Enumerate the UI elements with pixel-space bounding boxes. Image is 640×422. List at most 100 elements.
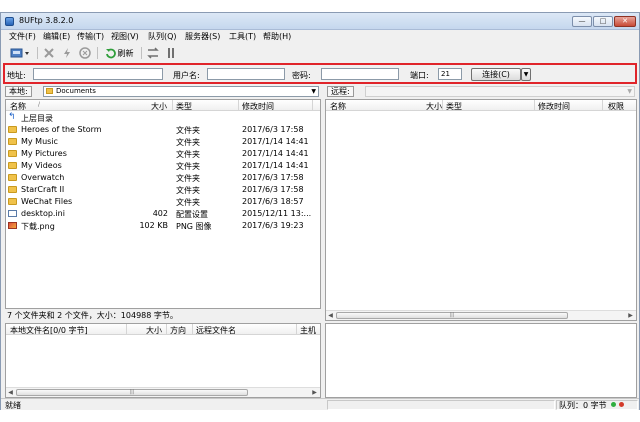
- column-divider[interactable]: [126, 324, 127, 335]
- local-path-combo[interactable]: Documents ▼: [43, 86, 319, 97]
- port-input[interactable]: [438, 68, 462, 80]
- menu-edit[interactable]: 编辑(E): [43, 31, 70, 42]
- table-row[interactable]: WeChat Files 文件夹 2017/6/3 18:57: [6, 196, 320, 208]
- table-row[interactable]: Overwatch 文件夹 2017/6/3 17:58: [6, 172, 320, 184]
- table-row[interactable]: Heroes of the Storm 文件夹 2017/6/3 17:58: [6, 124, 320, 136]
- chevron-down-icon[interactable]: ▼: [311, 87, 316, 96]
- password-label: 密码:: [292, 71, 311, 80]
- refresh-button[interactable]: 刷新: [101, 46, 137, 60]
- title-bar[interactable]: 8UFtp 3.8.2.0 — □ ✕: [1, 13, 639, 30]
- table-row[interactable]: StarCraft II 文件夹 2017/6/3 17:58: [6, 184, 320, 196]
- table-row[interactable]: 下载.png 102 KB PNG 图像 2017/6/3 19:23: [6, 220, 320, 232]
- transfer-icon[interactable]: [145, 46, 161, 60]
- menu-queue[interactable]: 队列(Q): [148, 31, 177, 42]
- connect-dropdown-button[interactable]: ▼: [521, 68, 531, 81]
- scroll-right-icon[interactable]: ▶: [626, 311, 635, 320]
- disconnect-icon[interactable]: [41, 46, 57, 60]
- connect-button[interactable]: 连接(C): [471, 68, 521, 81]
- queue-list[interactable]: 本地文件名[0/0 字节] 大小 方向 远程文件名 主机 ◀ ||| ▶: [5, 323, 321, 398]
- col-modified[interactable]: 修改时间: [538, 101, 570, 112]
- file-type: 文件夹: [176, 198, 200, 207]
- scroll-right-icon[interactable]: ▶: [310, 388, 319, 397]
- refresh-label: 刷新: [117, 48, 134, 58]
- menu-transfer[interactable]: 传输(T): [77, 31, 104, 42]
- file-modified: 2017/6/3 17:58: [242, 185, 304, 194]
- col-permissions[interactable]: 权限: [608, 101, 624, 112]
- file-name: 下载.png: [21, 222, 55, 231]
- table-row[interactable]: My Videos 文件夹 2017/1/14 14:41: [6, 160, 320, 172]
- local-file-list[interactable]: 名称 / 大小 类型 修改时间 ↰ 上层目录 Heroes of the Storm…: [5, 99, 321, 309]
- username-input[interactable]: [207, 68, 285, 80]
- folder-icon: [8, 138, 17, 145]
- queue-horizontal-scrollbar[interactable]: ◀ ||| ▶: [6, 387, 320, 397]
- status-bar: 就绪 队列：0 字节: [1, 398, 639, 410]
- file-modified: 2017/6/3 19:23: [242, 221, 304, 230]
- pause-icon[interactable]: [163, 46, 179, 60]
- maximize-button[interactable]: □: [593, 16, 613, 27]
- file-type: 文件夹: [176, 150, 200, 159]
- column-divider[interactable]: [166, 324, 167, 335]
- folder-icon: [8, 186, 17, 193]
- col-size[interactable]: 大小: [151, 101, 167, 112]
- file-type: 文件夹: [176, 162, 200, 171]
- menu-server[interactable]: 服务器(S): [185, 31, 220, 42]
- file-type: 文件夹: [176, 138, 200, 147]
- remote-horizontal-scrollbar[interactable]: ◀ ||| ▶: [326, 310, 636, 320]
- remote-file-list[interactable]: 名称 大小 类型 修改时间 权限 ◀ ||| ▶: [325, 99, 637, 321]
- column-divider[interactable]: [296, 324, 297, 335]
- col-size[interactable]: 大小: [426, 101, 442, 112]
- toolbar: 刷新: [1, 44, 639, 62]
- col-modified[interactable]: 修改时间: [242, 101, 274, 112]
- log-pane[interactable]: [325, 323, 637, 398]
- scroll-left-icon[interactable]: ◀: [326, 311, 335, 320]
- col-remote-filename[interactable]: 远程文件名: [196, 325, 236, 336]
- status-ready: 就绪: [5, 401, 21, 410]
- chevron-down-icon[interactable]: ▼: [627, 87, 632, 96]
- table-row[interactable]: ↰ 上层目录: [6, 112, 320, 124]
- menu-view[interactable]: 视图(V): [111, 31, 139, 42]
- png-icon: [8, 222, 17, 229]
- table-row[interactable]: desktop.ini 402 配置设置 2015/12/11 13:...: [6, 208, 320, 220]
- toolbar-separator: [141, 47, 142, 59]
- col-name[interactable]: 名称: [330, 101, 346, 112]
- queue-list-header: 本地文件名[0/0 字节] 大小 方向 远程文件名 主机: [6, 324, 320, 335]
- col-local-filename[interactable]: 本地文件名[0/0 字节]: [10, 325, 88, 336]
- scroll-left-icon[interactable]: ◀: [6, 388, 15, 397]
- column-divider[interactable]: [192, 324, 193, 335]
- scrollbar-thumb[interactable]: |||: [336, 312, 568, 319]
- column-divider[interactable]: [442, 100, 443, 111]
- scrollbar-thumb[interactable]: |||: [16, 389, 248, 396]
- col-direction[interactable]: 方向: [170, 325, 186, 336]
- toolbar-separator: [37, 47, 38, 59]
- stop-icon[interactable]: [77, 46, 93, 60]
- minimize-button[interactable]: —: [572, 16, 592, 27]
- status-segment: [327, 400, 555, 410]
- col-size[interactable]: 大小: [146, 325, 162, 336]
- col-name[interactable]: 名称: [10, 101, 26, 112]
- ini-icon: [8, 210, 17, 217]
- password-input[interactable]: [321, 68, 399, 80]
- menu-help[interactable]: 帮助(H): [263, 31, 291, 42]
- close-button[interactable]: ✕: [614, 16, 636, 27]
- menu-tools[interactable]: 工具(T): [229, 31, 256, 42]
- column-divider[interactable]: [172, 100, 173, 111]
- column-divider[interactable]: [534, 100, 535, 111]
- table-row[interactable]: My Music 文件夹 2017/1/14 14:41: [6, 136, 320, 148]
- site-manager-icon[interactable]: [9, 46, 33, 60]
- col-type[interactable]: 类型: [176, 101, 192, 112]
- column-divider[interactable]: [238, 100, 239, 111]
- menu-file[interactable]: 文件(F): [9, 31, 36, 42]
- file-modified: 2015/12/11 13:...: [242, 209, 312, 218]
- quick-connect-bar: 地址: 用户名: 密码: 端口: 连接(C) ▼: [3, 63, 637, 84]
- file-type: 文件夹: [176, 174, 200, 183]
- col-type[interactable]: 类型: [446, 101, 462, 112]
- column-divider[interactable]: [312, 100, 313, 111]
- file-type: 配置设置: [176, 210, 208, 219]
- column-divider[interactable]: [602, 100, 603, 111]
- remote-path-combo[interactable]: ▼: [365, 86, 635, 97]
- table-row[interactable]: My Pictures 文件夹 2017/1/14 14:41: [6, 148, 320, 160]
- col-host[interactable]: 主机: [300, 325, 316, 336]
- quick-connect-icon[interactable]: [59, 46, 75, 60]
- address-input[interactable]: [33, 68, 163, 80]
- status-queue: 队列：0 字节: [559, 401, 607, 410]
